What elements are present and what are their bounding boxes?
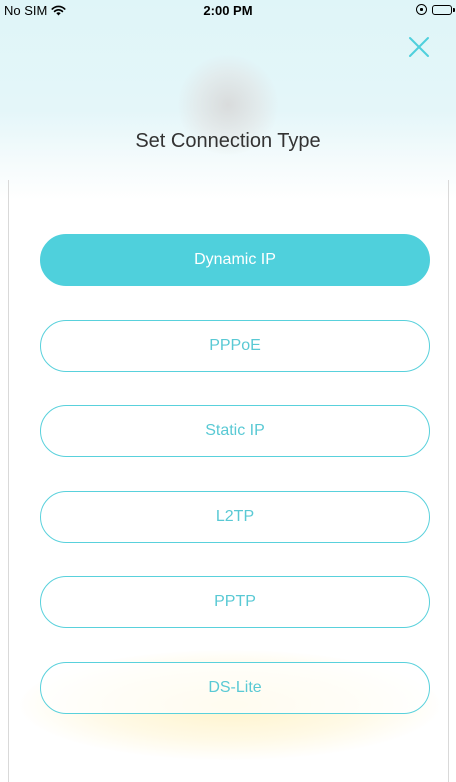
status-bar: No SIM 2:00 PM bbox=[0, 0, 456, 22]
option-pptp[interactable]: PPTP bbox=[40, 576, 430, 629]
left-edge-divider bbox=[8, 180, 9, 782]
connection-type-options: Dynamic IP PPPoE Static IP L2TP PPTP DS-… bbox=[40, 234, 430, 748]
page-title: Set Connection Type bbox=[135, 130, 321, 152]
option-l2tp[interactable]: L2TP bbox=[40, 490, 430, 543]
rotation-lock-icon bbox=[416, 4, 427, 15]
option-pppoe[interactable]: PPPoE bbox=[40, 319, 430, 372]
status-time: 2:00 PM bbox=[203, 3, 253, 18]
battery-icon bbox=[432, 4, 455, 15]
option-dynamic-ip[interactable]: Dynamic IP bbox=[40, 234, 430, 286]
close-button[interactable] bbox=[406, 34, 432, 60]
option-static-ip[interactable]: Static IP bbox=[40, 405, 430, 458]
connection-type-screen: No SIM 2:00 PM Set Connection Type Dynam… bbox=[0, 0, 456, 782]
status-indicators bbox=[416, 4, 455, 15]
option-ds-lite[interactable]: DS-Lite bbox=[40, 661, 430, 714]
close-icon bbox=[409, 37, 429, 57]
right-edge-divider bbox=[448, 180, 449, 782]
